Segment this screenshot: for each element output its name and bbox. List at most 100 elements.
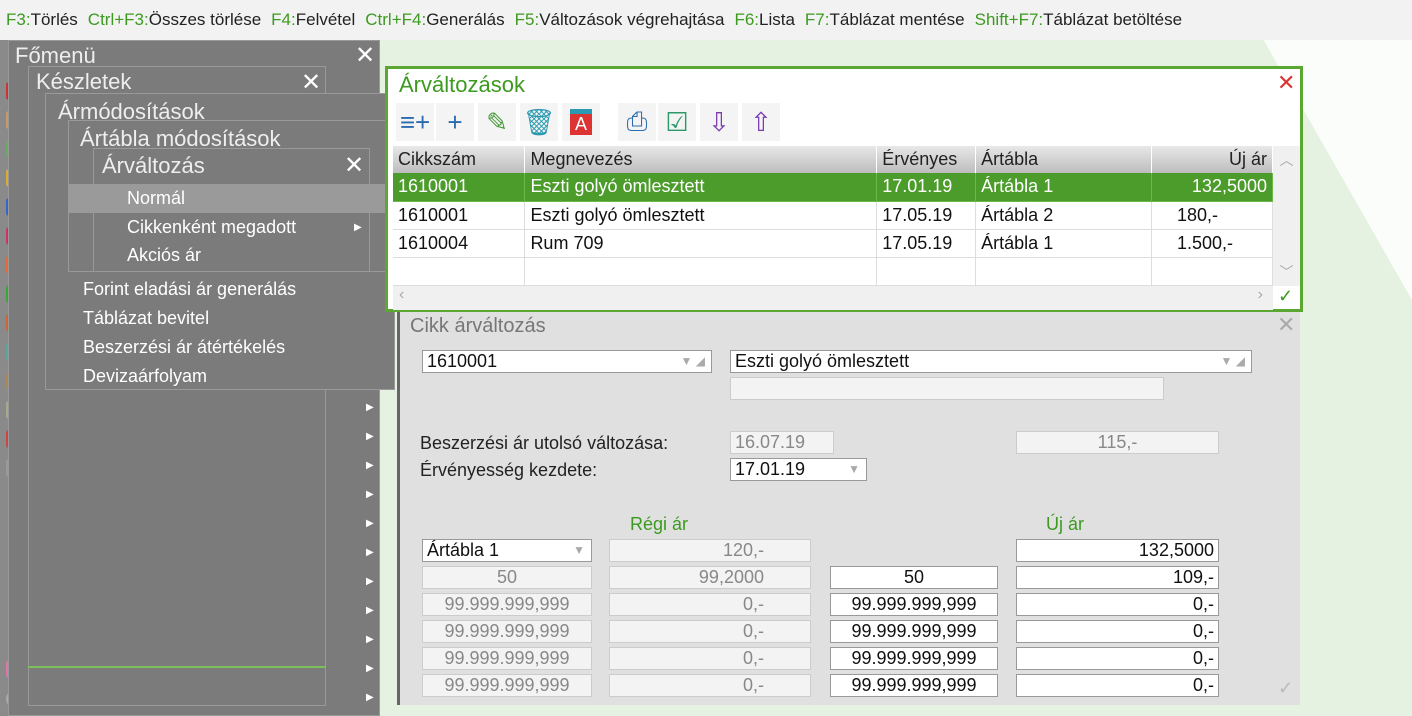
- shortcut-key: Ctrl+F4:: [365, 10, 427, 29]
- table-cell: 17.01.19: [876, 173, 977, 202]
- new-price-field[interactable]: 0,-: [1016, 674, 1219, 697]
- item-extra-field: [730, 377, 1164, 400]
- horizontal-scrollbar[interactable]: ‹ ›: [393, 286, 1273, 310]
- table-row-empty[interactable]: [393, 257, 1273, 286]
- table-cell: Eszti golyó ömlesztett: [524, 173, 878, 202]
- old-price-header: Régi ár: [630, 514, 689, 534]
- new-price-field[interactable]: 0,-: [1016, 620, 1219, 643]
- shortcut-2[interactable]: F4:Felvétel: [271, 10, 355, 30]
- table-cell: [975, 257, 1153, 286]
- table-row[interactable]: 1610004 Rum 709 17.05.19 Ártábla 1 1.500,-: [393, 229, 1273, 258]
- confirm-check-icon[interactable]: ✓: [1278, 286, 1293, 307]
- armod-item-2[interactable]: Beszerzési ár átértékelés: [45, 333, 385, 362]
- arvaltozas-title: Árváltozás: [102, 153, 205, 178]
- print-icon[interactable]: ⎙: [618, 103, 656, 141]
- quantity-threshold-field: 99.999.999,999: [422, 620, 592, 643]
- new-price-field[interactable]: 0,-: [1016, 593, 1219, 616]
- shortcut-key: F7:: [804, 10, 830, 29]
- chevron-right-icon: ▶: [366, 576, 374, 587]
- valid-from-select[interactable]: 17.01.19 ▼: [730, 458, 867, 481]
- shortcut-key: F5:: [514, 10, 540, 29]
- shortcut-key: F6:: [734, 10, 759, 29]
- quantity-threshold-field: 99.999.999,999: [422, 593, 592, 616]
- new-threshold-field[interactable]: 99.999.999,999: [830, 593, 998, 616]
- table-row[interactable]: 1610001 Eszti golyó ömlesztett 17.05.19 Árt…: [393, 201, 1273, 230]
- chevron-right-icon: ▶: [366, 634, 374, 645]
- armod-item-1[interactable]: Táblázat bevitel: [45, 304, 385, 333]
- new-threshold-field[interactable]: 99.999.999,999: [830, 620, 998, 643]
- item-name-select[interactable]: Eszti golyó ömlesztett ▼ ◢: [730, 350, 1252, 373]
- chevron-right-icon: ▶: [366, 460, 374, 471]
- table-cell: [393, 257, 526, 286]
- table-cell: [524, 257, 878, 286]
- valid-from-label: Érvényesség kezdete:: [420, 460, 598, 480]
- shortcut-key: F3:: [6, 10, 31, 29]
- arvaltozasok-window: Árváltozások ✕ ≡+ + ✎ 🗑 A ⎙ ☑ ⇩ ⇧ Cikkszám Megnev…: [385, 66, 1303, 312]
- delete-all-icon[interactable]: A: [562, 103, 600, 141]
- check-list-icon[interactable]: ☑: [658, 103, 696, 141]
- new-price-field[interactable]: 109,-: [1016, 566, 1219, 589]
- shortcut-6[interactable]: F7:Táblázat mentése: [805, 10, 965, 30]
- form-title: Cikk árváltozás: [410, 315, 546, 337]
- table-cell: Rum 709: [524, 229, 878, 258]
- new-threshold-field[interactable]: 50: [830, 566, 998, 589]
- table-cell: 1610001: [393, 173, 526, 202]
- dropdown-icon: ▼: [573, 543, 585, 557]
- shortcut-label: Táblázat betöltése: [1043, 10, 1183, 29]
- shortcut-label: Összes törlése: [148, 10, 262, 29]
- table-row[interactable]: 1610001 Eszti golyó ömlesztett 17.01.19 Árt…: [393, 173, 1273, 202]
- vertical-scrollbar[interactable]: ︿ ﹀: [1273, 146, 1300, 286]
- load-table-icon[interactable]: ⇧: [742, 103, 780, 141]
- item-code-select[interactable]: 1610001 ▼ ◢: [422, 350, 712, 373]
- delete-icon[interactable]: 🗑: [520, 103, 558, 141]
- shortcut-7[interactable]: Shift+F7:Táblázat betöltése: [975, 10, 1182, 30]
- armod-item-3[interactable]: Devizaárfolyam: [45, 362, 385, 391]
- new-price-field[interactable]: 132,5000: [1016, 539, 1219, 562]
- shortcut-key: F4:: [271, 10, 296, 29]
- edit-icon[interactable]: ✎: [478, 103, 516, 141]
- save-table-icon[interactable]: ⇩: [700, 103, 738, 141]
- shortcut-5[interactable]: F6:Lista: [734, 10, 794, 30]
- old-price-field: 0,-: [609, 593, 811, 616]
- add-icon[interactable]: +: [436, 103, 474, 141]
- old-price-field: 0,-: [609, 620, 811, 643]
- chevron-right-icon: ▶: [366, 431, 374, 442]
- arvaltozas-item-2[interactable]: Akciós ár: [93, 241, 370, 270]
- shortcut-4[interactable]: F5:Változások végrehajtása: [515, 10, 725, 30]
- table-cell: 1.500,-: [1151, 229, 1273, 258]
- shortcut-1[interactable]: Ctrl+F3:Összes törlése: [88, 10, 261, 30]
- old-price-field: 120,-: [609, 539, 811, 562]
- column-header[interactable]: Ártábla: [975, 146, 1153, 173]
- add-multiple-icon[interactable]: ≡+: [396, 103, 434, 141]
- close-icon[interactable]: ✕: [344, 151, 364, 180]
- confirm-check-icon[interactable]: ✓: [1278, 678, 1293, 699]
- price-change-table: Cikkszám Megnevezés Érvényes Ártábla Új ár 16…: [393, 146, 1273, 286]
- arvaltozas-item-0[interactable]: Normál: [68, 184, 385, 213]
- close-icon[interactable]: ✕: [355, 41, 375, 70]
- arvaltozas-item-1[interactable]: Cikkenként megadott: [93, 213, 370, 242]
- chevron-right-icon: ▶: [366, 489, 374, 500]
- table-cell: 1610001: [393, 201, 526, 230]
- table-cell: Ártábla 1: [975, 229, 1153, 258]
- close-icon[interactable]: ✕: [1277, 70, 1295, 96]
- shortcut-0[interactable]: F3:Törlés: [6, 10, 78, 30]
- column-header[interactable]: Cikkszám: [393, 146, 526, 173]
- column-header[interactable]: Érvényes: [876, 146, 977, 173]
- column-header[interactable]: Megnevezés: [524, 146, 878, 173]
- armod-item-0[interactable]: Forint eladási ár generálás: [45, 275, 385, 304]
- chevron-right-icon: ▶: [366, 547, 374, 558]
- close-icon[interactable]: ✕: [1277, 312, 1295, 338]
- shortcut-label: Táblázat mentése: [829, 10, 965, 29]
- new-threshold-field[interactable]: 99.999.999,999: [830, 647, 998, 670]
- quantity-threshold-field: 99.999.999,999: [422, 674, 592, 697]
- column-header[interactable]: Új ár: [1151, 146, 1273, 173]
- new-price-field[interactable]: 0,-: [1016, 647, 1219, 670]
- shortcut-label: Generálás: [426, 10, 505, 29]
- shortcut-bar: F3:Törlés Ctrl+F3:Összes törlése F4:Felvét…: [0, 0, 1412, 40]
- chevron-right-icon: ▶: [366, 518, 374, 529]
- new-threshold-field[interactable]: 99.999.999,999: [830, 674, 998, 697]
- shortcut-3[interactable]: Ctrl+F4:Generálás: [365, 10, 504, 30]
- price-table-select[interactable]: Ártábla 1 ▼: [422, 539, 592, 562]
- quantity-threshold-field: 50: [422, 566, 592, 589]
- last-purchase-date: 16.07.19: [730, 431, 834, 454]
